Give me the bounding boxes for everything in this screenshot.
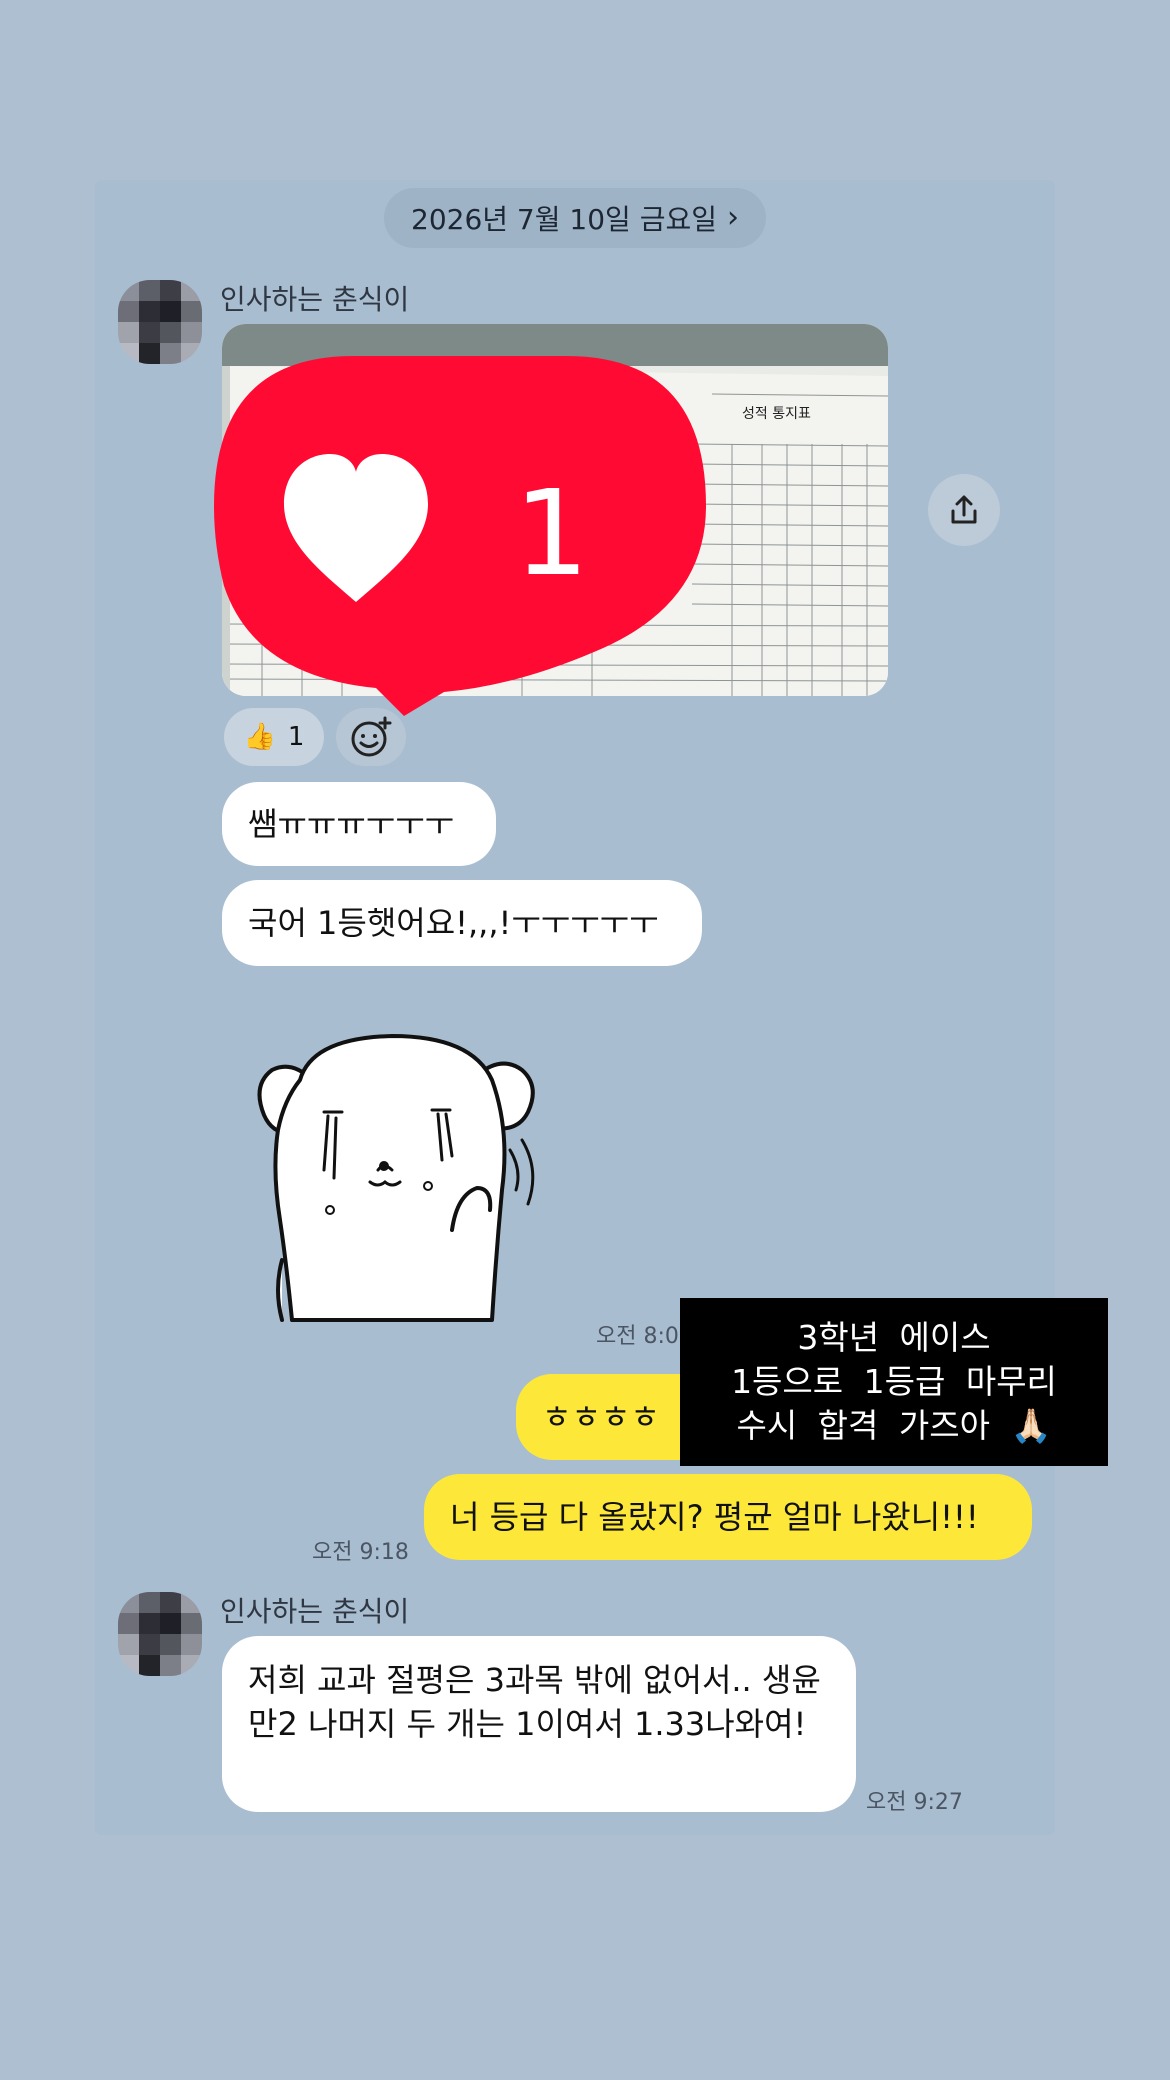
message-text: 저희 교과 절평은 3과목 밖에 없어서.. 생윤만2 나머지 두 개는 1이여… bbox=[248, 1661, 821, 1743]
share-upload-icon bbox=[951, 495, 977, 524]
avatar[interactable] bbox=[118, 280, 202, 364]
message-text: 쌤ㅠㅠㅠㅜㅜㅜ bbox=[248, 805, 455, 843]
message-text: 국어 1등햇어요!,,,!ㅜㅜㅜㅜㅜ bbox=[248, 904, 659, 942]
photo-heading: 성적 통지표 bbox=[742, 406, 811, 422]
message-time: 오전 9:18 bbox=[312, 1540, 409, 1565]
sender-name: 인사하는 춘식이 bbox=[220, 1595, 410, 1628]
sender-name: 인사하는 춘식이 bbox=[220, 283, 410, 316]
avatar[interactable] bbox=[118, 1592, 202, 1676]
message-time: 오전 9:27 bbox=[866, 1790, 963, 1815]
add-reaction-button[interactable] bbox=[336, 708, 406, 766]
message-bubble[interactable]: 국어 1등햇어요!,,,!ㅜㅜㅜㅜㅜ bbox=[222, 880, 702, 966]
thumbs-up-icon: 👍 bbox=[243, 722, 276, 752]
caption-line-3-text: 수시 합격 가즈아 bbox=[736, 1406, 990, 1445]
crying-puppy-sticker[interactable] bbox=[252, 1020, 562, 1340]
chevron-right-icon: › bbox=[726, 200, 739, 235]
date-label: 2026년 7월 10일 금요일 bbox=[411, 203, 717, 236]
praying-hands-icon: 🙏🏻 bbox=[1010, 1406, 1052, 1445]
message-bubble[interactable]: 저희 교과 절평은 3과목 밖에 없어서.. 생윤만2 나머지 두 개는 1이여… bbox=[222, 1636, 856, 1812]
my-message-bubble[interactable]: 너 등급 다 올랐지? 평균 얼마 나왔니!!! bbox=[424, 1474, 1032, 1560]
thumbs-up-reaction[interactable]: 👍 1 bbox=[224, 708, 324, 766]
message-text: ㅎㅎㅎㅎ bbox=[542, 1398, 660, 1436]
caption-line-1: 3학년 에이스 bbox=[797, 1318, 991, 1357]
share-button[interactable] bbox=[928, 474, 1000, 546]
message-time: 오전 8:0 bbox=[596, 1324, 679, 1349]
heart-reaction-bubble: 1 bbox=[214, 356, 706, 716]
message-text: 너 등급 다 올랐지? 평균 얼마 나왔니!!! bbox=[450, 1498, 979, 1536]
caption-line-3: 수시 합격 가즈아 🙏🏻 bbox=[736, 1404, 1051, 1448]
date-divider[interactable]: 2026년 7월 10일 금요일 › bbox=[384, 188, 766, 248]
message-bubble[interactable]: 쌤ㅠㅠㅠㅜㅜㅜ bbox=[222, 782, 496, 866]
reaction-count: 1 bbox=[287, 722, 305, 752]
caption-overlay: 3학년 에이스 1등으로 1등급 마무리 수시 합격 가즈아 🙏🏻 bbox=[680, 1298, 1108, 1466]
heart-count: 1 bbox=[514, 464, 589, 602]
smiley-plus-icon bbox=[351, 716, 392, 757]
caption-line-2: 1등으로 1등급 마무리 bbox=[731, 1362, 1057, 1401]
